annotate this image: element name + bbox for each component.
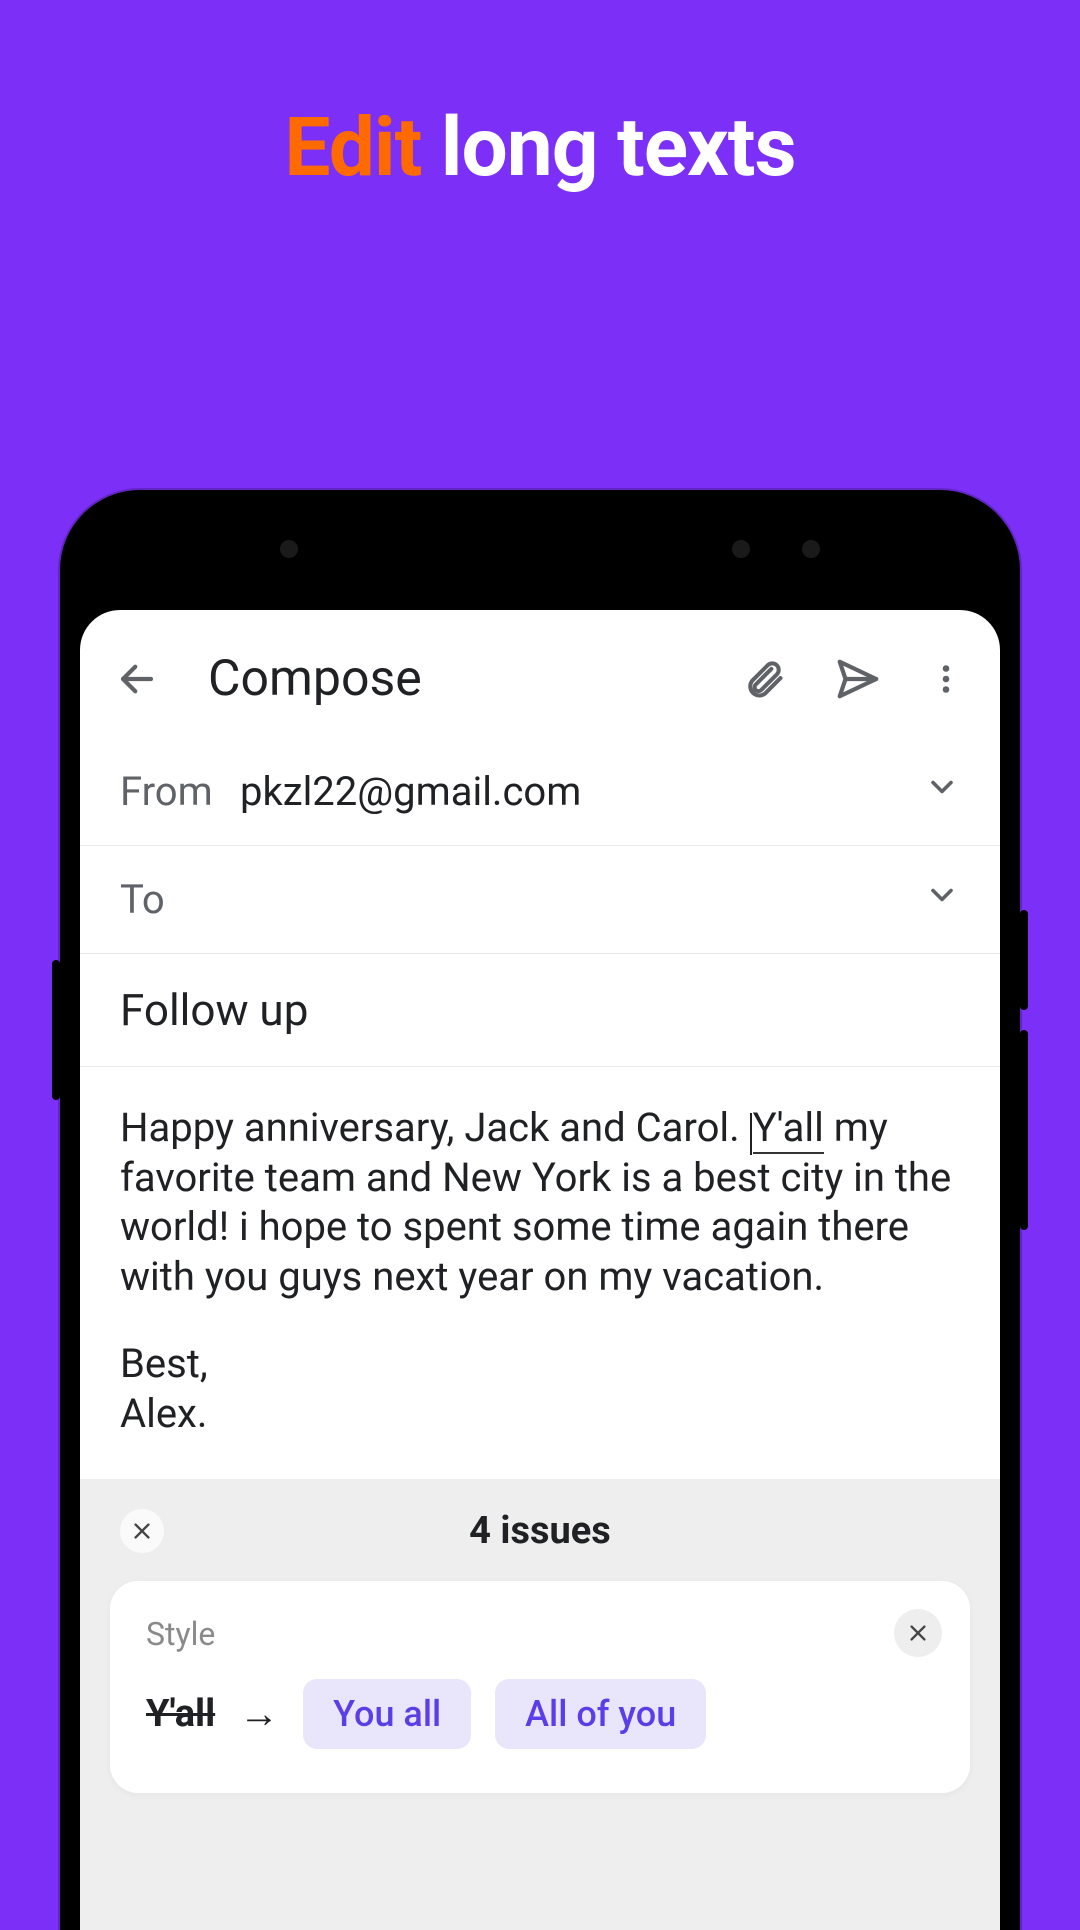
arrow-right-icon: → — [239, 1690, 279, 1737]
suggestion-card: Style Y'all → You all All of you — [110, 1581, 970, 1793]
attachment-icon[interactable] — [742, 657, 786, 701]
from-value: pkzl22@gmail.com — [240, 768, 924, 815]
headline-accent: Edit — [284, 100, 421, 196]
signoff-line-1: Best, — [120, 1339, 960, 1389]
original-word: Y'all — [146, 1692, 215, 1736]
promo-headline: Edit long texts — [0, 100, 1080, 196]
flagged-word[interactable]: Y'all — [753, 1104, 824, 1154]
issues-panel: 4 issues Style Y'all → You all All of yo… — [80, 1479, 1000, 1930]
subject-value: Follow up — [120, 984, 308, 1036]
to-label: To — [120, 876, 240, 923]
dismiss-suggestion-button[interactable] — [894, 1609, 942, 1657]
phone-side-button-right-2 — [1020, 1030, 1028, 1230]
phone-side-button-right-1 — [1020, 910, 1028, 1010]
text-cursor — [750, 1113, 752, 1155]
suggestion-category: Style — [146, 1615, 934, 1653]
headline-rest: long texts — [421, 100, 795, 196]
status-bar — [80, 510, 1000, 590]
signoff-line-2: Alex. — [120, 1389, 960, 1439]
from-label: From — [120, 768, 240, 815]
phone-side-button-left — [52, 960, 60, 1100]
phone-frame: Compose From pkzl22@gmail.com — [60, 490, 1020, 1930]
screen-title: Compose — [208, 650, 702, 708]
chevron-down-icon[interactable] — [924, 768, 960, 815]
send-icon[interactable] — [834, 656, 880, 702]
chevron-down-icon[interactable] — [924, 876, 960, 923]
email-body[interactable]: Happy anniversary, Jack and Carol. Y'all… — [80, 1067, 1000, 1479]
suggestion-chip-1[interactable]: You all — [303, 1679, 471, 1749]
from-row[interactable]: From pkzl22@gmail.com — [80, 738, 1000, 846]
suggestion-chip-2[interactable]: All of you — [495, 1679, 706, 1749]
app-screen: Compose From pkzl22@gmail.com — [80, 610, 1000, 1930]
more-menu-icon[interactable] — [928, 661, 964, 697]
body-text-before: Happy anniversary, Jack and Carol. — [120, 1104, 750, 1151]
issues-count: 4 issues — [120, 1509, 960, 1553]
back-arrow-icon[interactable] — [116, 658, 158, 700]
subject-field[interactable]: Follow up — [80, 954, 1000, 1067]
to-row[interactable]: To — [80, 846, 1000, 954]
